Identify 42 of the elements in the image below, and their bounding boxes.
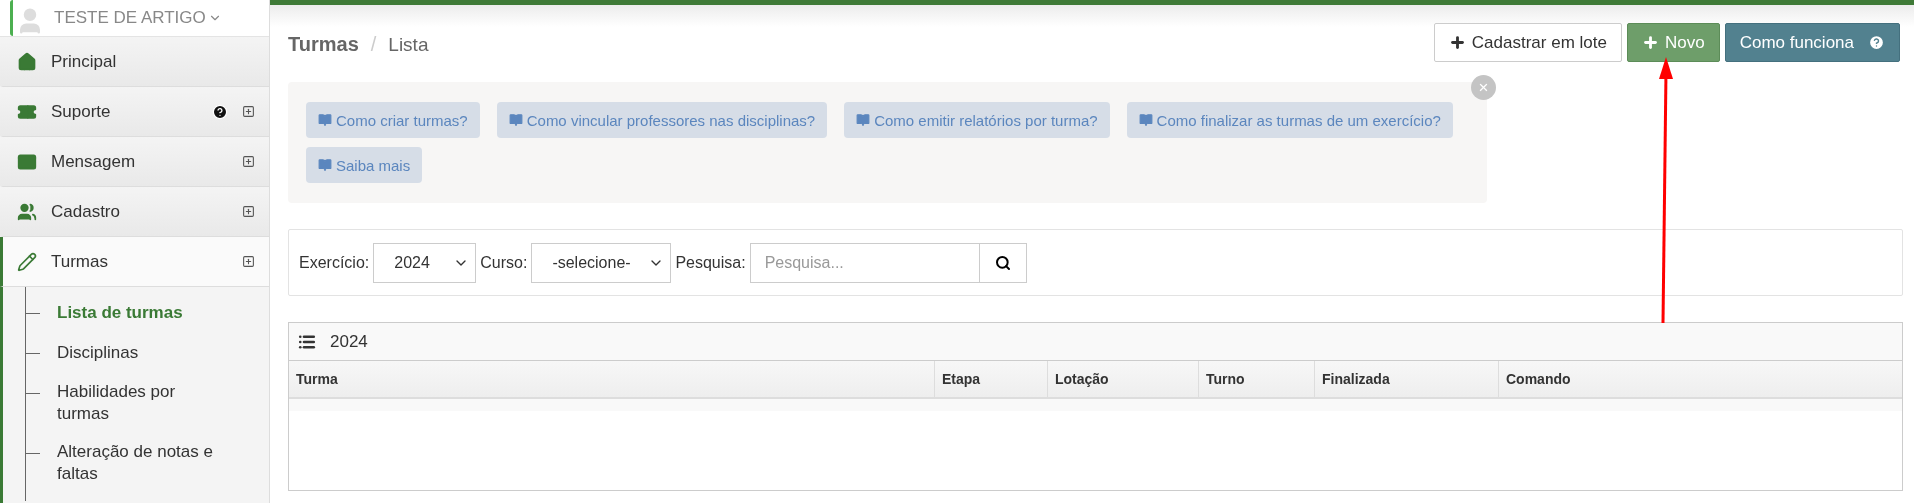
course-select[interactable]: -selecione- [531,242,672,283]
book-icon [318,158,332,172]
search-field[interactable]: Pesquisa... [749,242,980,283]
menu-icon [17,201,37,222]
plus-icon [1641,34,1659,51]
breadcrumb-current: Lista [388,34,429,56]
panel-title: 2024 [330,331,368,352]
field-label: Pesquisa: [675,253,746,272]
book-icon [1138,113,1153,127]
submenu-item[interactable]: Lista de turmas [57,302,183,324]
expand-icon[interactable] [242,205,255,218]
book-icon [508,113,523,127]
field-label: Curso: [480,253,528,272]
plus-icon [1448,34,1466,51]
menu-icon [17,51,37,72]
column-header: Turno [1198,361,1314,397]
expand-icon[interactable] [242,255,255,268]
search-button[interactable] [979,242,1027,283]
submenu-item[interactable]: Alteração de notas e faltas [57,441,229,485]
column-header: Lotação [1047,361,1198,397]
year-select[interactable]: 2024 [373,242,477,283]
column-header: Etapa [934,361,1047,397]
action-button[interactable]: Cadastrar em lote [1433,23,1622,62]
action-button[interactable]: Como funciona [1724,23,1900,62]
book-icon [318,113,332,127]
breadcrumb-separator: / [370,33,377,56]
expand-icon[interactable] [242,105,255,118]
column-header: Comando [1498,361,1902,397]
expand-icon[interactable] [242,155,255,168]
field-label: Exercício: [299,253,370,272]
help-icon [212,103,228,120]
breadcrumb-title: Turmas [288,33,359,56]
column-header: Finalizada [1314,361,1498,397]
search-icon [994,254,1011,271]
submenu-item[interactable]: Disciplinas [57,342,139,364]
sidebar-item[interactable]: Turmas [0,237,269,287]
help-icon [1868,34,1885,51]
column-header: Turma [295,370,339,389]
submenu-item[interactable]: Habilidades por turmas [57,381,229,425]
book-icon [856,113,871,127]
menu-icon [17,251,37,272]
list-icon [298,332,316,351]
